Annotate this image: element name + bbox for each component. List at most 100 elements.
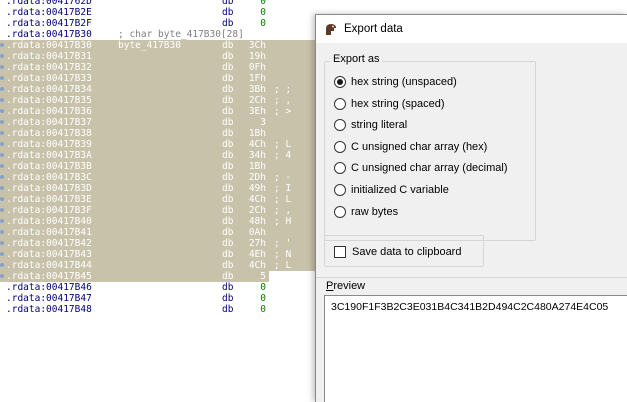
row-marker-dot xyxy=(0,274,4,278)
row-marker-dot xyxy=(0,252,4,256)
row-mnemonic: db xyxy=(222,7,234,18)
row-address: .rdata:00417B40 xyxy=(6,216,92,227)
row-mnemonic: db xyxy=(222,205,234,216)
row-address: .rdata:00417B3C xyxy=(6,172,92,183)
row-char-comment: ; , xyxy=(274,205,292,216)
row-mnemonic: db xyxy=(222,260,234,271)
row-mnemonic: db xyxy=(222,249,234,260)
export-option-0[interactable]: hex string (unspaced) xyxy=(334,74,457,90)
row-address: .rdata:00417B42 xyxy=(6,238,92,249)
row-address: .rdata:00417B43 xyxy=(6,249,92,260)
row-operand: 48h xyxy=(248,216,266,227)
row-char-comment: ; I xyxy=(274,183,292,194)
row-marker-dot xyxy=(0,175,4,179)
row-address: .rdata:00417B44 xyxy=(6,260,92,271)
radio-label: hex string (unspaced) xyxy=(351,76,457,88)
row-operand: 19h xyxy=(248,51,266,62)
row-label: byte_417B30 xyxy=(118,40,181,51)
row-mnemonic: db xyxy=(222,150,234,161)
row-operand: 3Bh xyxy=(248,84,266,95)
row-mnemonic: db xyxy=(222,161,234,172)
export-option-5[interactable]: initialized C variable xyxy=(334,182,449,198)
checkbox-box[interactable] xyxy=(334,246,346,258)
row-address: .rdata:00417B3A xyxy=(6,150,92,161)
row-char-comment: ; ; xyxy=(274,84,292,95)
row-address: .rdata:00417B2F xyxy=(6,18,92,29)
preview-text: 3C190F1F3B2C3E031B4C341B2D494C2C480A274E… xyxy=(331,301,609,313)
row-marker-dot xyxy=(0,219,4,223)
row-operand: 4Ch xyxy=(248,194,266,205)
radio-button[interactable] xyxy=(334,119,346,131)
row-marker-dot xyxy=(0,164,4,168)
row-marker-dot xyxy=(0,76,4,80)
export-option-1[interactable]: hex string (spaced) xyxy=(334,96,445,112)
radio-button[interactable] xyxy=(334,162,346,174)
row-operand: 4Eh xyxy=(248,249,266,260)
radio-button[interactable] xyxy=(334,184,346,196)
radio-button[interactable] xyxy=(334,76,346,88)
row-mnemonic: db xyxy=(222,18,234,29)
row-marker-dot xyxy=(0,263,4,267)
row-operand: 2Ch xyxy=(248,95,266,106)
row-char-comment: ; L xyxy=(274,194,292,205)
row-marker-dot xyxy=(0,153,4,157)
row-mnemonic: db xyxy=(222,216,234,227)
row-char-comment: ; H xyxy=(274,216,292,227)
export-option-4[interactable]: C unsigned char array (decimal) xyxy=(334,160,508,176)
dialog-title: Export data xyxy=(344,23,403,35)
row-operand: 27h xyxy=(248,238,266,249)
row-operand: 0 xyxy=(260,18,266,29)
row-mnemonic: db xyxy=(222,194,234,205)
row-marker-dot xyxy=(0,186,4,190)
row-marker-dot xyxy=(0,87,4,91)
row-address: .rdata:00417B39 xyxy=(6,139,92,150)
row-mnemonic: db xyxy=(222,172,234,183)
row-operand: 3Eh xyxy=(248,106,266,117)
radio-button[interactable] xyxy=(334,206,346,218)
row-mnemonic: db xyxy=(222,183,234,194)
row-marker-dot xyxy=(0,208,4,212)
radio-label: initialized C variable xyxy=(351,184,449,196)
row-address: .rdata:00417B30 xyxy=(6,40,92,51)
row-operand: 0Fh xyxy=(248,62,266,73)
row-operand: 0 xyxy=(260,0,266,7)
row-operand: 1Bh xyxy=(248,128,266,139)
export-option-3[interactable]: C unsigned char array (hex) xyxy=(334,139,487,155)
row-address: .rdata:00417B33 xyxy=(6,73,92,84)
dialog-title-bar[interactable]: Export data xyxy=(316,15,627,43)
row-mnemonic: db xyxy=(222,293,234,304)
preview-textbox[interactable]: 3C190F1F3B2C3E031B4C341B2D494C2C480A274E… xyxy=(324,295,627,402)
row-operand: 1Fh xyxy=(248,73,266,84)
row-marker-dot xyxy=(0,43,4,47)
export-option-2[interactable]: string literal xyxy=(334,117,407,133)
row-operand: 49h xyxy=(248,183,266,194)
row-char-comment: ; ' xyxy=(274,238,292,249)
row-mnemonic: db xyxy=(222,117,234,128)
row-address: .rdata:00417B3B xyxy=(6,161,92,172)
row-char-comment: ; - xyxy=(274,172,292,183)
row-mnemonic: db xyxy=(222,40,234,51)
row-operand: 0 xyxy=(260,7,266,18)
row-marker-dot xyxy=(0,241,4,245)
row-marker-dot xyxy=(0,120,4,124)
row-mnemonic: db xyxy=(222,73,234,84)
export-option-6[interactable]: raw bytes xyxy=(334,204,398,220)
row-operand: 0Ah xyxy=(248,227,266,238)
save-to-clipboard-checkbox[interactable]: Save data to clipboard xyxy=(334,245,461,259)
row-address: .rdata:00417B37 xyxy=(6,117,92,128)
row-mnemonic: db xyxy=(222,271,234,282)
row-address: .rdata:00417B48 xyxy=(6,304,92,315)
row-mnemonic: db xyxy=(222,84,234,95)
listing-row[interactable]: .rdata:0041762D db 0 xyxy=(0,0,627,7)
row-address: .rdata:00417B35 xyxy=(6,95,92,106)
radio-button[interactable] xyxy=(334,141,346,153)
row-char-comment: ; , xyxy=(274,95,292,106)
preview-label-text: review xyxy=(333,280,366,292)
row-address: .rdata:00417B3D xyxy=(6,183,92,194)
row-operand: 1Bh xyxy=(248,161,266,172)
row-address: .rdata:00417B36 xyxy=(6,106,92,117)
row-marker-dot xyxy=(0,109,4,113)
radio-button[interactable] xyxy=(334,98,346,110)
row-mnemonic: db xyxy=(222,128,234,139)
row-operand: 3Ch xyxy=(248,40,266,51)
